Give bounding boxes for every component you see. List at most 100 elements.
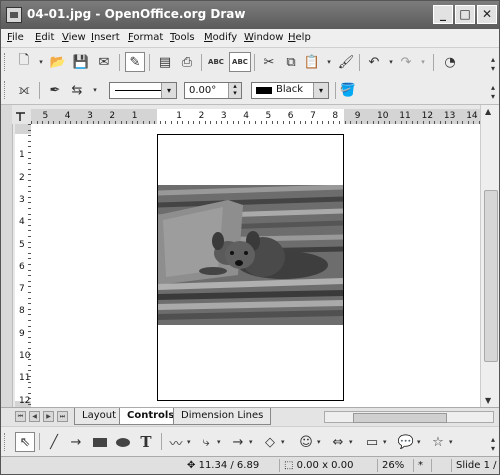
lines-arrows-dropdown-icon[interactable]: ▾ <box>249 438 253 446</box>
toolbar-grip[interactable] <box>4 433 8 451</box>
toolbar-grip[interactable] <box>4 53 8 71</box>
toolbar-overflow-icon[interactable]: ▴ ▾ <box>491 55 495 73</box>
paste-dropdown-icon[interactable]: ▾ <box>320 53 338 71</box>
tab-dimension-lines[interactable]: Dimension Lines <box>173 408 272 425</box>
scroll-thumb[interactable] <box>353 413 447 423</box>
separator <box>39 82 40 99</box>
horizontal-scrollbar[interactable] <box>324 411 494 423</box>
stars-dropdown-icon[interactable]: ▾ <box>449 438 453 446</box>
open-icon[interactable]: 📂 <box>49 53 67 71</box>
print-icon[interactable]: ⎙ <box>178 53 196 71</box>
stars-icon[interactable]: ☆ <box>429 433 447 451</box>
new-icon[interactable]: 🗋 <box>15 53 33 71</box>
toolbar-grip[interactable] <box>4 81 8 99</box>
scroll-down-icon[interactable]: ▼ <box>485 396 491 405</box>
spin-buttons[interactable]: ▴ ▾ <box>228 83 241 98</box>
title-bar[interactable]: 04-01.jpg - OpenOffice.org Draw _ □ ✕ <box>1 1 499 29</box>
redo-dropdown-icon[interactable]: ▾ <box>414 53 432 71</box>
curve-icon[interactable]: 〰 <box>167 433 185 452</box>
close-button[interactable]: ✕ <box>477 5 497 24</box>
menu-help[interactable]: Help <box>288 32 311 43</box>
menu-bar: File Edit View Insert Format Tools Modif… <box>1 29 499 47</box>
lines-arrows-icon[interactable]: → <box>229 433 247 451</box>
minimize-button[interactable]: _ <box>433 5 453 24</box>
menu-view[interactable]: View <box>62 32 86 43</box>
line-style-select[interactable]: ▾ <box>109 82 177 99</box>
maximize-button[interactable]: □ <box>455 5 475 24</box>
vertical-ruler[interactable]: 1 2 3 4 5 6 7 8 9 10 11 12 <box>15 124 32 407</box>
arrow-style-dropdown-icon[interactable]: ▾ <box>86 81 104 99</box>
spellcheck-icon[interactable]: ABC <box>207 53 225 71</box>
curve-dropdown-icon[interactable]: ▾ <box>187 438 191 446</box>
email-icon[interactable]: ✉ <box>95 53 113 71</box>
chevron-down-icon[interactable]: ▾ <box>313 83 328 98</box>
line-width-field[interactable]: 0.00° ▴ ▾ <box>184 82 242 99</box>
select-icon[interactable]: ⇖ <box>15 432 35 452</box>
line-icon[interactable]: ✒ <box>46 81 64 99</box>
block-arrows-dropdown-icon[interactable]: ▾ <box>349 438 353 446</box>
drawing-page[interactable] <box>157 134 344 401</box>
undo-icon[interactable]: ↶ <box>365 53 383 71</box>
basic-shapes-icon[interactable]: ◇ <box>261 433 279 451</box>
first-tab-icon[interactable]: ⏮ <box>15 411 26 422</box>
last-tab-icon[interactable]: ⏭ <box>57 411 68 422</box>
area-fill-icon[interactable]: 🪣 <box>339 81 357 99</box>
rectangle-icon[interactable] <box>91 433 109 451</box>
layer-tab-bar: ⏮ ◀ ▶ ⏭ Layout Controls Dimension Lines <box>1 407 499 426</box>
zoom-indicator[interactable]: 26% <box>377 459 404 472</box>
menu-tools[interactable]: Tools <box>170 32 195 43</box>
export-pdf-icon[interactable]: ▤ <box>156 53 174 71</box>
signature-indicator[interactable] <box>431 459 442 472</box>
prev-tab-icon[interactable]: ◀ <box>29 411 40 422</box>
chart-icon[interactable]: ◔ <box>441 53 459 71</box>
copy-icon[interactable]: ⧉ <box>282 53 300 71</box>
basic-shapes-dropdown-icon[interactable]: ▾ <box>281 438 285 446</box>
new-dropdown-icon[interactable]: ▾ <box>32 53 50 71</box>
dog-photo[interactable] <box>158 185 343 325</box>
line-icon[interactable]: ╱ <box>45 433 63 451</box>
edit-file-icon[interactable]: ✎ <box>125 52 145 72</box>
scroll-up-icon[interactable]: ▲ <box>485 107 491 116</box>
horizontal-ruler[interactable]: 5 4 3 2 1 1 2 3 4 5 6 7 8 9 10 11 12 13 14 <box>31 109 480 125</box>
connector-icon[interactable]: ⤷ <box>197 433 215 451</box>
save-icon[interactable]: 💾 <box>72 53 90 71</box>
menu-file[interactable]: File <box>7 32 24 43</box>
ruler-label: 11 <box>399 111 411 121</box>
arrow-style-icon[interactable]: ⇆ <box>68 81 86 99</box>
symbol-shapes-dropdown-icon[interactable]: ▾ <box>317 438 321 446</box>
drawing-canvas[interactable] <box>31 124 480 407</box>
redo-icon[interactable]: ↷ <box>397 53 415 71</box>
menu-format[interactable]: Format <box>128 32 163 43</box>
callouts-dropdown-icon[interactable]: ▾ <box>417 438 421 446</box>
toolbar-overflow-icon[interactable]: ▴ ▾ <box>491 435 495 453</box>
next-tab-icon[interactable]: ▶ <box>43 411 54 422</box>
menu-modify[interactable]: Modify <box>204 32 237 43</box>
autospellcheck-icon[interactable]: ABC <box>229 52 251 72</box>
block-arrows-icon[interactable]: ⇔ <box>329 433 347 451</box>
format-paintbrush-icon[interactable]: 🖌 <box>337 53 355 71</box>
draw-app-icon[interactable] <box>6 7 22 23</box>
text-icon[interactable]: T <box>137 433 155 451</box>
menu-insert[interactable]: Insert <box>91 32 120 43</box>
cut-icon[interactable]: ✂ <box>260 53 278 71</box>
flowchart-icon[interactable]: ▭ <box>363 433 381 451</box>
callouts-icon[interactable]: 💬 <box>397 433 415 451</box>
scroll-thumb[interactable] <box>484 190 498 362</box>
vertical-scrollbar[interactable]: ▲ ▼ <box>480 105 499 407</box>
styles-formatting-icon[interactable]: ⟗ <box>15 81 33 99</box>
flowchart-dropdown-icon[interactable]: ▾ <box>383 438 387 446</box>
menu-edit[interactable]: Edit <box>35 32 54 43</box>
ruler-label: 9 <box>354 111 361 121</box>
menu-window[interactable]: Window <box>244 32 283 43</box>
paste-icon[interactable]: 📋 <box>303 53 321 71</box>
ruler-corner[interactable] <box>12 105 31 124</box>
connector-dropdown-icon[interactable]: ▾ <box>217 438 221 446</box>
arrow-line-icon[interactable]: → <box>67 433 85 451</box>
line-color-select[interactable]: Black ▾ <box>251 82 329 99</box>
tab-layout[interactable]: Layout <box>74 408 124 425</box>
left-splitter[interactable] <box>1 105 13 407</box>
symbol-shapes-icon[interactable]: ☺ <box>297 433 315 451</box>
chevron-down-icon[interactable]: ▾ <box>161 83 176 98</box>
toolbar-overflow-icon[interactable]: ▴ ▾ <box>491 83 495 101</box>
ellipse-icon[interactable] <box>114 433 132 451</box>
